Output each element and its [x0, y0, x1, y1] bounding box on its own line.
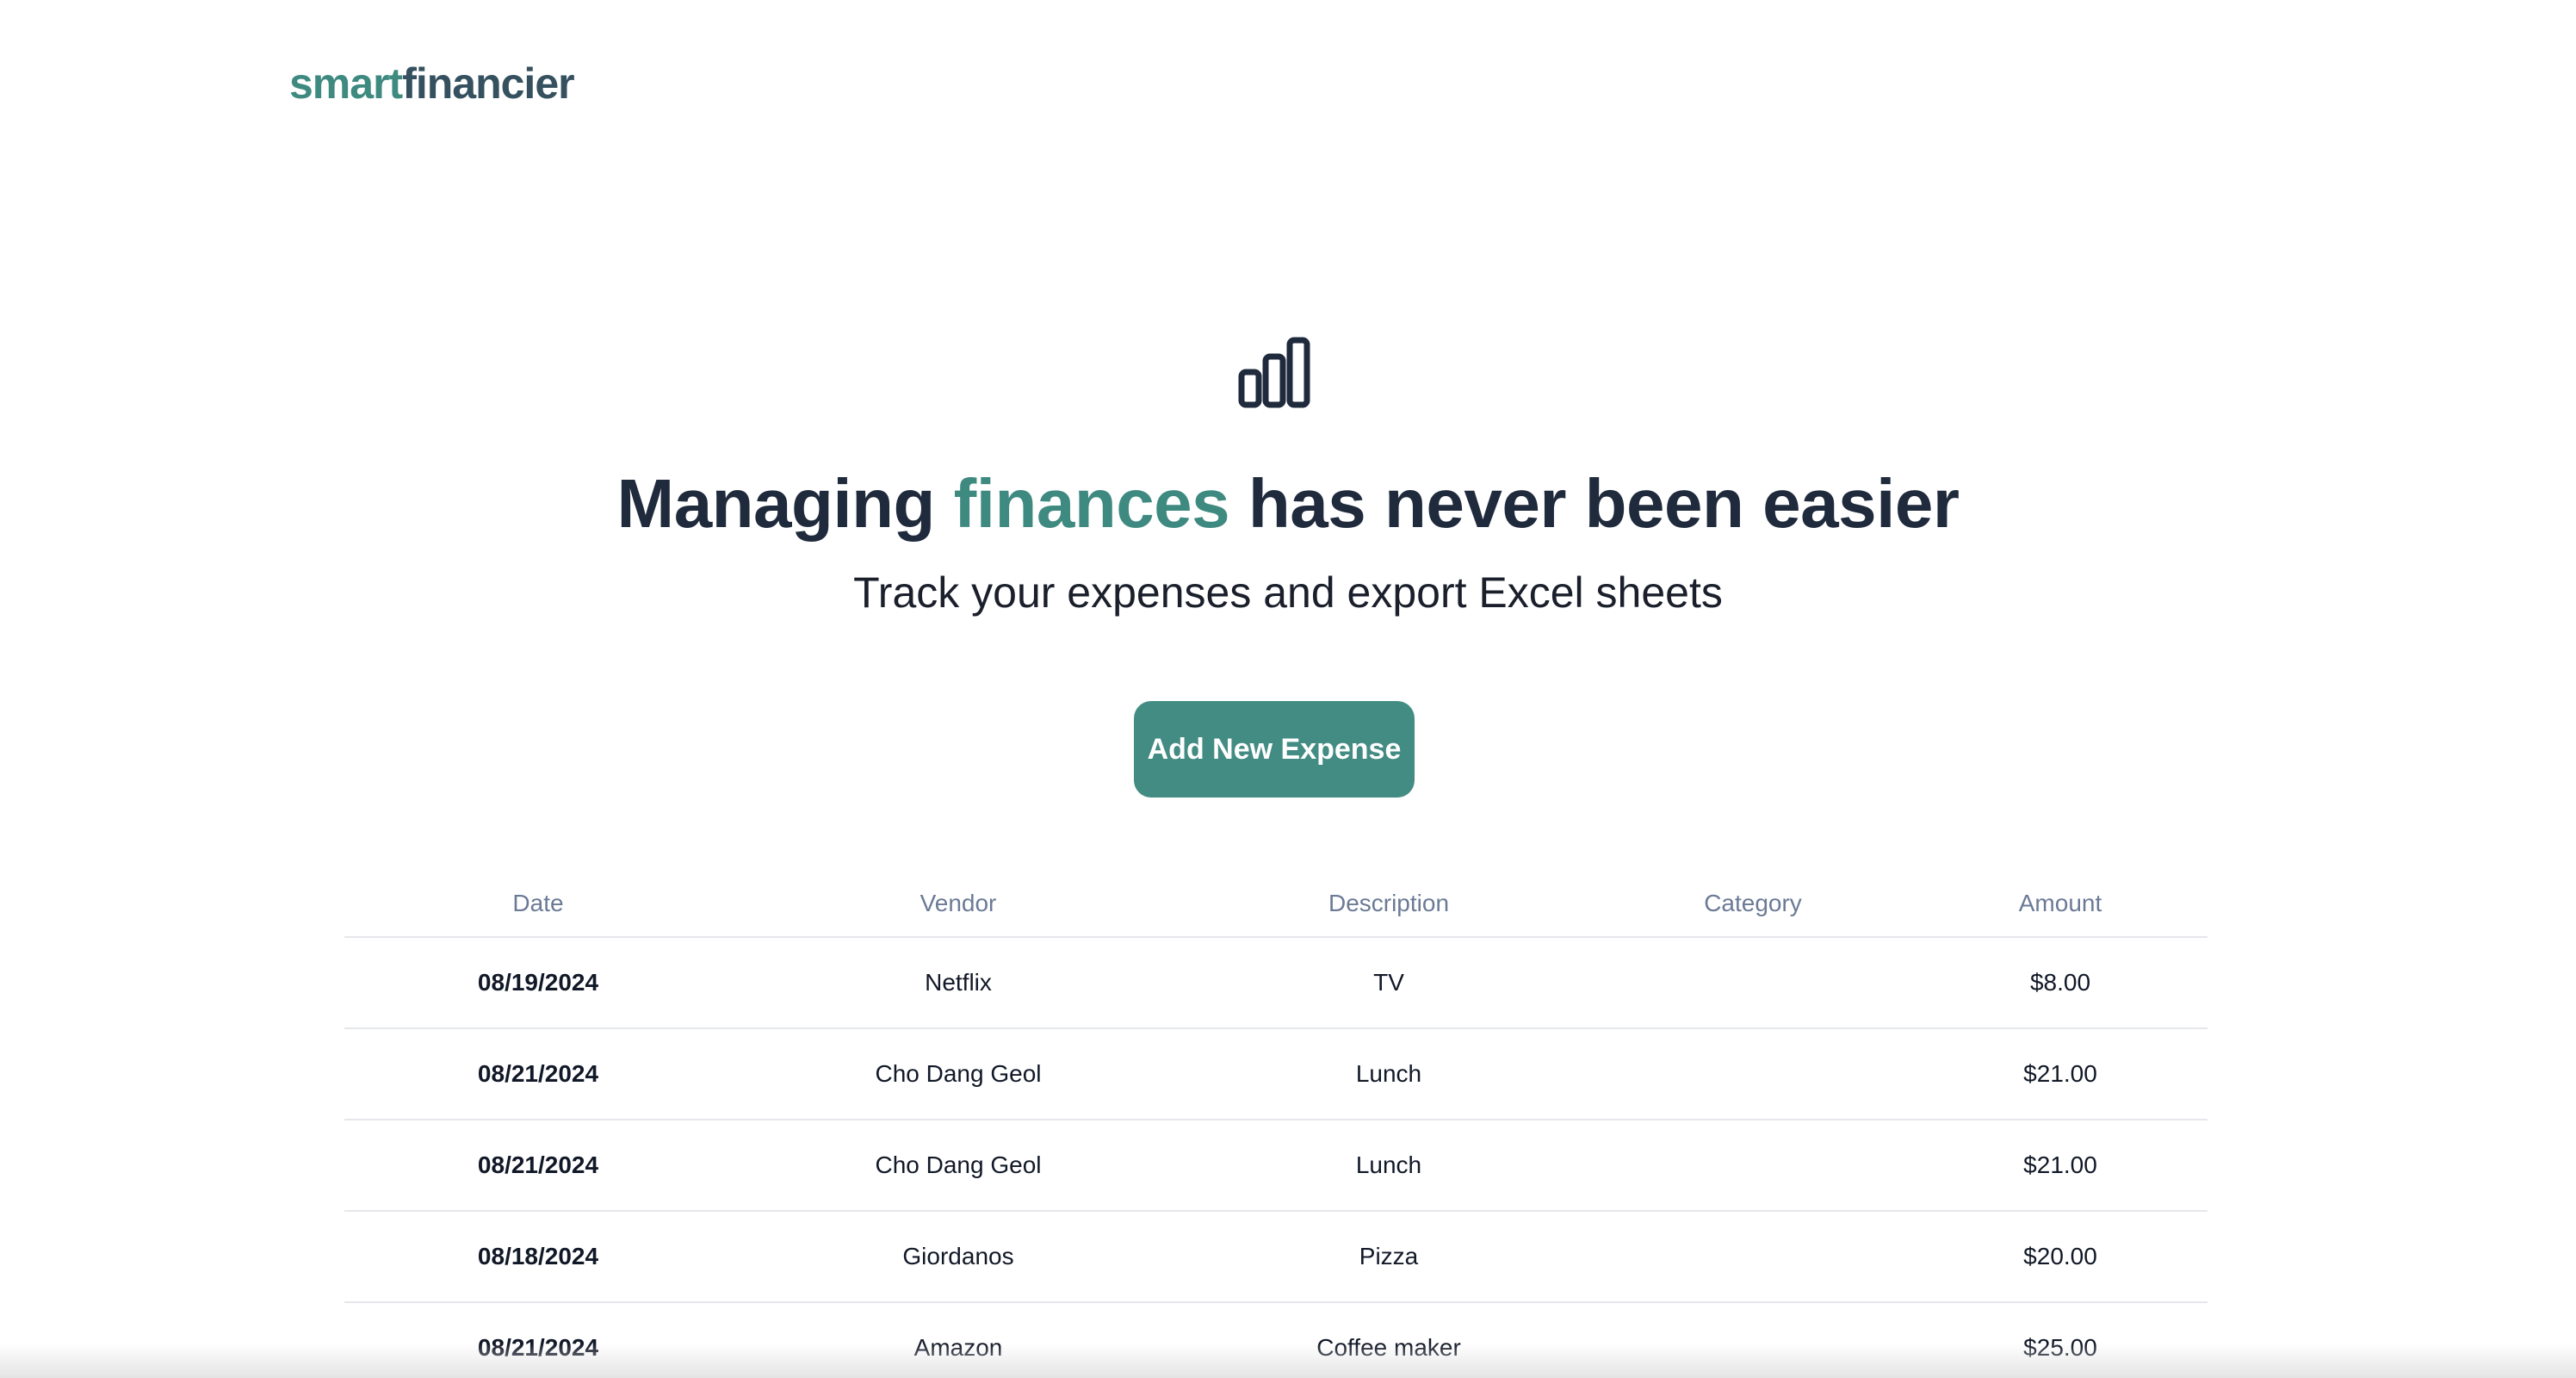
brand-logo-financier: financier [402, 59, 574, 108]
cell-description: Pizza [1185, 1211, 1593, 1303]
headline-pre: Managing [616, 465, 954, 542]
cell-date: 08/19/2024 [344, 937, 732, 1029]
cell-amount: $20.00 [1913, 1211, 2208, 1303]
headline-accent: finances [953, 465, 1230, 542]
column-header-amount[interactable]: Amount [1913, 870, 2208, 938]
cell-amount: $21.00 [1913, 1120, 2208, 1212]
bottom-fade [0, 1344, 2576, 1378]
page: smartfinancier Managing finances has nev… [0, 0, 2576, 1378]
cell-vendor: Cho Dang Geol [732, 1028, 1185, 1120]
bar-chart-icon [1238, 337, 1310, 408]
expenses-table: Date Vendor Description Category Amount … [344, 870, 2208, 1378]
cell-description: TV [1185, 937, 1593, 1029]
headline-post: has never been easier [1229, 465, 1960, 542]
cell-category [1593, 1211, 1913, 1303]
cell-category [1593, 1120, 1913, 1212]
column-header-vendor[interactable]: Vendor [732, 870, 1185, 938]
cell-date: 08/21/2024 [344, 1120, 732, 1212]
table-row[interactable]: 08/21/2024 Cho Dang Geol Lunch $21.00 [344, 1028, 2208, 1120]
column-header-date[interactable]: Date [344, 870, 732, 938]
hero-headline: Managing finances has never been easier [0, 456, 2576, 551]
cell-vendor: Giordanos [732, 1211, 1185, 1303]
cell-date: 08/18/2024 [344, 1211, 732, 1303]
column-header-description[interactable]: Description [1185, 870, 1593, 938]
cell-date: 08/21/2024 [344, 1028, 732, 1120]
cell-description: Lunch [1185, 1120, 1593, 1212]
table-header-row: Date Vendor Description Category Amount [344, 870, 2208, 938]
hero-subhead: Track your expenses and export Excel she… [853, 568, 1723, 617]
table-row[interactable]: 08/19/2024 Netflix TV $8.00 [344, 937, 2208, 1029]
column-header-category[interactable]: Category [1593, 870, 1913, 938]
cell-vendor: Netflix [732, 937, 1185, 1029]
table-row[interactable]: 08/21/2024 Cho Dang Geol Lunch $21.00 [344, 1120, 2208, 1212]
cell-category [1593, 1028, 1913, 1120]
table-row[interactable]: 08/18/2024 Giordanos Pizza $20.00 [344, 1211, 2208, 1303]
cell-category [1593, 937, 1913, 1029]
cell-description: Lunch [1185, 1028, 1593, 1120]
cell-amount: $8.00 [1913, 937, 2208, 1029]
brand-logo[interactable]: smartfinancier [289, 53, 575, 114]
cell-amount: $21.00 [1913, 1028, 2208, 1120]
cell-vendor: Cho Dang Geol [732, 1120, 1185, 1212]
brand-logo-smart: smart [289, 59, 403, 108]
add-new-expense-button[interactable]: Add New Expense [1134, 701, 1415, 798]
